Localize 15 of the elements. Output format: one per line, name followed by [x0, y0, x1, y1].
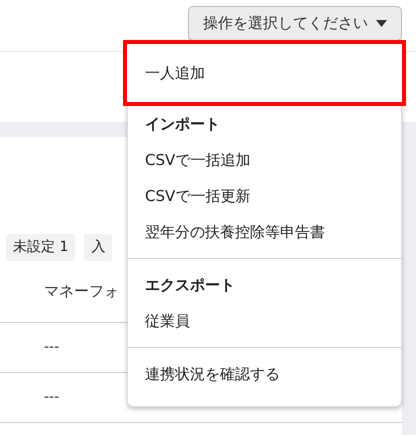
menu-item[interactable]: 従業員	[128, 303, 401, 339]
menu-item[interactable]: CSVで一括更新	[128, 178, 401, 214]
action-select-button[interactable]: 操作を選択してください	[188, 6, 402, 41]
filter-tag[interactable]: 入	[84, 234, 112, 261]
caret-down-icon	[376, 20, 387, 27]
menu-section-header: インポート	[144, 114, 221, 135]
menu-item[interactable]: 連携状況を確認する	[128, 356, 401, 392]
filter-tag[interactable]: 未設定 1	[6, 234, 76, 261]
table-cell-text: ---	[44, 338, 60, 357]
table-cell-text: ---	[44, 388, 60, 407]
menu-item[interactable]: 翌年分の扶養控除等申告書	[128, 214, 401, 250]
menu-section-header: エクスポート	[144, 274, 236, 296]
column-header: マネーフォ	[44, 281, 119, 302]
menu-item[interactable]: CSVで一括追加	[128, 142, 401, 178]
menu-item[interactable]: 一人追加	[123, 40, 406, 106]
